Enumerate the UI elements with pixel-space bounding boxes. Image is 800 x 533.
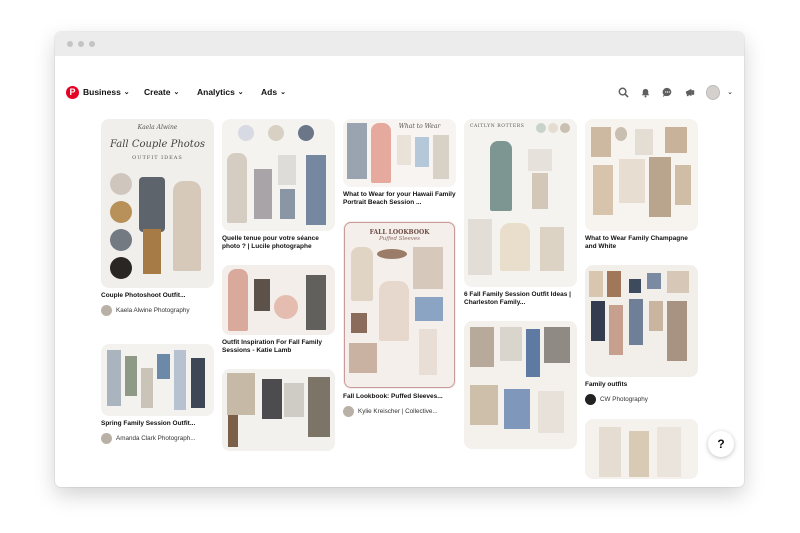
pin-column: Kaela Alwine Fall Couple Photos OUTFIT I… — [101, 119, 214, 444]
pin-image[interactable] — [585, 119, 698, 231]
browser-window: P Business ⌄ Create ⌄ Analytics ⌄ Ads ⌄ ⌄ Ka… — [55, 32, 744, 487]
bell-icon[interactable] — [638, 85, 652, 99]
pinterest-logo-icon[interactable]: P — [66, 85, 79, 99]
pin-title[interactable]: What to Wear for your Hawaii Family Port… — [343, 191, 456, 207]
pin-title[interactable]: Quelle tenue pour votre séance photo ? |… — [222, 235, 335, 251]
help-button[interactable]: ? — [708, 431, 734, 457]
pin-image[interactable]: What to Wear — [343, 119, 456, 187]
pin-overlay-text: FALL LOOKBOOK — [369, 229, 430, 236]
chevron-down-icon: ⌄ — [280, 89, 286, 96]
avatar[interactable] — [706, 84, 720, 100]
pin-title[interactable]: Family outfits — [585, 381, 698, 389]
pin-image[interactable] — [464, 321, 577, 449]
pin-title[interactable]: Fall Lookbook: Puffed Sleeves... — [343, 393, 456, 401]
nav-create[interactable]: Create ⌄ — [144, 87, 179, 97]
pin-overlay-text: CAITLYN ROTTERS — [470, 124, 525, 129]
pin-image[interactable] — [222, 369, 335, 451]
pin-overlay-text: Fall Couple Photos — [110, 139, 205, 150]
pin-column: What to Wear Family Champagne and White … — [585, 119, 698, 483]
nav-analytics[interactable]: Analytics ⌄ — [197, 87, 244, 97]
pin-author[interactable]: Kylie Kreischer | Collective... — [343, 406, 456, 417]
pin-overlay-text: Kaela Alwine — [137, 124, 178, 131]
title-bar — [55, 32, 744, 56]
pin-overlay-text: What to Wear — [398, 123, 441, 130]
pin-image[interactable] — [222, 265, 335, 335]
pin-image[interactable] — [585, 419, 698, 479]
pin-title[interactable]: What to Wear Family Champagne and White — [585, 235, 698, 251]
window-dot[interactable] — [89, 41, 95, 47]
avatar — [343, 406, 354, 417]
avatar — [101, 433, 112, 444]
avatar — [101, 305, 112, 316]
pin-column: CAITLYN ROTTERS 6 Fall Family Session Ou… — [464, 119, 577, 453]
pin-column: Quelle tenue pour votre séance photo ? |… — [222, 119, 335, 451]
pin-overlay-text: OUTFIT IDEAS — [132, 155, 183, 161]
pin-image[interactable]: FALL LOOKBOOK Puffed Sleeves — [343, 221, 456, 389]
nav-ads[interactable]: Ads ⌄ — [261, 87, 286, 97]
pin-title[interactable]: Spring Family Session Outfit... — [101, 420, 214, 428]
chevron-down-icon: ⌄ — [173, 89, 180, 96]
search-icon[interactable] — [616, 85, 630, 99]
avatar — [585, 394, 596, 405]
pin-image[interactable]: Kaela Alwine Fall Couple Photos OUTFIT I… — [101, 119, 214, 288]
messages-icon[interactable] — [660, 85, 674, 99]
pin-overlay-text: Puffed Sleeves — [379, 236, 420, 242]
pin-image[interactable] — [101, 344, 214, 416]
chevron-down-icon: ⌄ — [123, 89, 130, 96]
top-nav: P Business ⌄ Create ⌄ Analytics ⌄ Ads ⌄ ⌄ — [55, 78, 744, 106]
chevron-down-icon: ⌄ — [237, 89, 244, 96]
pin-author[interactable]: Amanda Clark Photograph... — [101, 433, 214, 444]
window-dot[interactable] — [67, 41, 73, 47]
pin-column: What to Wear What to Wear for your Hawai… — [343, 119, 456, 417]
pin-image[interactable] — [222, 119, 335, 231]
chevron-down-icon[interactable]: ⌄ — [723, 85, 737, 99]
pin-author[interactable]: CW Photography — [585, 394, 698, 405]
pin-image[interactable]: CAITLYN ROTTERS — [464, 119, 577, 287]
pin-title[interactable]: Couple Photoshoot Outfit... — [101, 292, 214, 300]
pin-title[interactable]: Outfit Inspiration For Fall Family Sessi… — [222, 339, 335, 355]
megaphone-icon[interactable] — [683, 85, 697, 99]
pin-image[interactable] — [585, 265, 698, 377]
nav-business[interactable]: Business ⌄ — [83, 87, 130, 97]
pin-title[interactable]: 6 Fall Family Session Outfit Ideas | Cha… — [464, 291, 577, 307]
pin-author[interactable]: Kaela Alwine Photography — [101, 305, 214, 316]
window-dot[interactable] — [78, 41, 84, 47]
